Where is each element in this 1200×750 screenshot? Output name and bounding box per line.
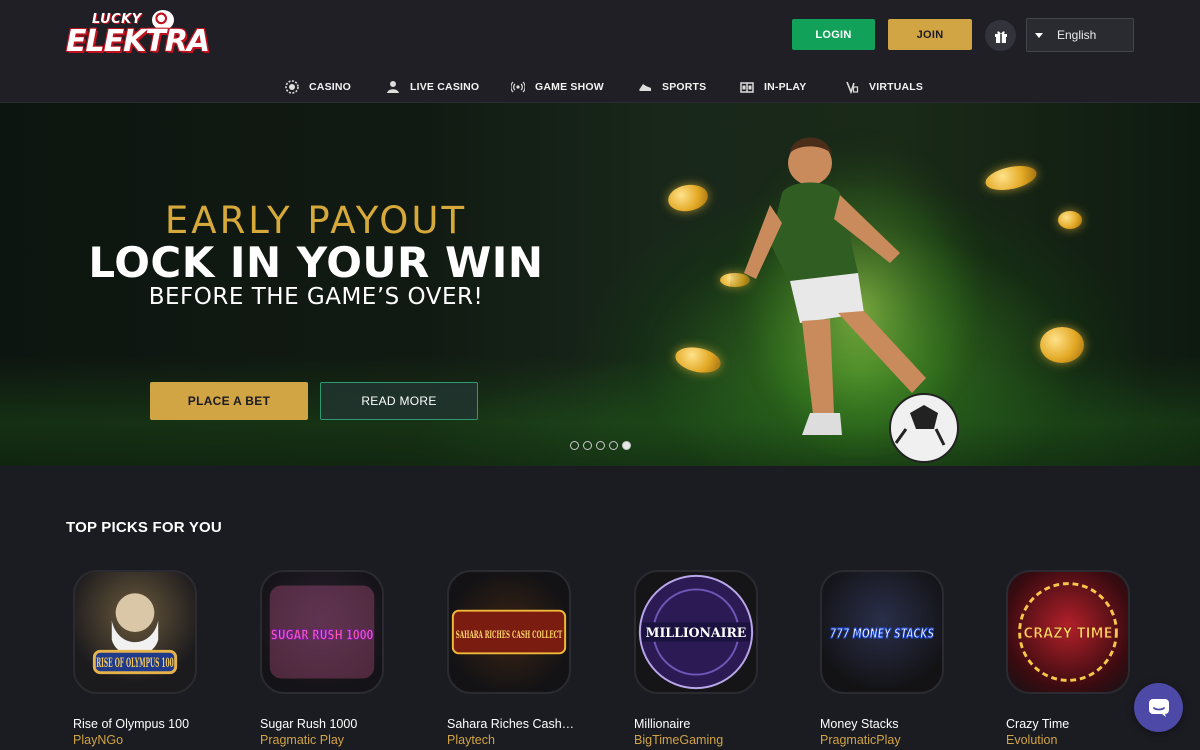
- game-thumbnail[interactable]: RISE OF OLYMPUS 100: [73, 570, 197, 694]
- broadcast-icon: [511, 81, 525, 93]
- game-thumbnail[interactable]: SAHARA RICHES CASH COLLECT: [447, 570, 571, 694]
- game-art-title: MILLIONAIRE: [646, 625, 747, 640]
- game-name: Crazy Time: [1006, 717, 1070, 731]
- millionaire-art: MILLIONAIRE: [638, 574, 754, 690]
- game-tile[interactable]: MILLIONAIRE Millionaire BigTimeGaming: [634, 570, 764, 747]
- nav-item-in-play[interactable]: IN-PLAY: [740, 72, 806, 102]
- game-thumbnail[interactable]: 777 MONEY STACKS: [820, 570, 944, 694]
- main-nav: CASINO LIVE CASINO GAME SHOW SPORTS IN-P…: [0, 72, 1200, 102]
- nav-label: VIRTUALS: [869, 81, 924, 93]
- game-tile[interactable]: SAHARA RICHES CASH COLLECT Sahara Riches…: [447, 570, 577, 747]
- game-tile[interactable]: SUGAR RUSH 1000 Sugar Rush 1000 Pragmati…: [260, 570, 390, 747]
- nav-label: IN-PLAY: [764, 81, 807, 93]
- language-value: English: [1057, 28, 1097, 42]
- sugar-rush-art: SUGAR RUSH 1000: [269, 585, 375, 679]
- zeus-art: RISE OF OLYMPUS 100: [92, 593, 178, 675]
- carousel-dot[interactable]: [609, 441, 618, 450]
- soccer-player-illustration: [730, 128, 990, 463]
- carousel-dots: [570, 441, 631, 450]
- hero-eyebrow: EARLY PAYOUT: [164, 199, 468, 242]
- game-art-title: SAHARA RICHES CASH COLLECT: [456, 628, 562, 641]
- game-name: Sahara Riches Cash Collect: [447, 717, 577, 731]
- game-tile[interactable]: CRAZY TIME Crazy Time Evolution: [1006, 570, 1136, 747]
- game-provider: PragmaticPlay: [820, 733, 901, 747]
- game-provider: PlayNGo: [73, 733, 124, 747]
- chat-icon: [1148, 698, 1169, 717]
- game-tile[interactable]: 777 MONEY STACKS Money Stacks PragmaticP…: [820, 570, 950, 747]
- hero-banner: EARLY PAYOUT LOCK IN YOUR WIN BEFORE THE…: [0, 103, 1200, 466]
- carousel-dot[interactable]: [596, 441, 605, 450]
- site-header: LUCKY ELEKTRA LOGIN JOIN English CASINO …: [0, 0, 1200, 103]
- nav-label: LIVE CASINO: [410, 81, 480, 93]
- nav-item-game-show[interactable]: GAME SHOW: [511, 72, 604, 102]
- nav-item-virtuals[interactable]: VIRTUALS: [845, 72, 923, 102]
- gift-button[interactable]: [985, 20, 1016, 51]
- nav-label: SPORTS: [662, 81, 707, 93]
- game-thumbnail[interactable]: CRAZY TIME: [1006, 570, 1130, 694]
- dealer-icon: [387, 81, 399, 93]
- game-art-title: RISE OF OLYMPUS 100: [96, 655, 174, 670]
- nav-item-live-casino[interactable]: LIVE CASINO: [386, 72, 479, 102]
- game-art-title: CRAZY TIME: [1023, 624, 1112, 642]
- chat-button[interactable]: [1134, 683, 1183, 732]
- game-tile[interactable]: RISE OF OLYMPUS 100 Rise of Olympus 100 …: [73, 570, 203, 747]
- shoe-icon: [639, 84, 651, 91]
- gold-coin: [1040, 327, 1084, 363]
- hero-subline: BEFORE THE GAME’S OVER!: [148, 284, 484, 310]
- game-art-title: 777 MONEY STACKS: [830, 626, 935, 642]
- game-provider: Pragmatic Play: [260, 733, 345, 747]
- game-provider: Evolution: [1006, 733, 1058, 747]
- nav-label: GAME SHOW: [535, 81, 604, 93]
- nav-item-casino[interactable]: CASINO: [285, 72, 351, 102]
- scoreboard-icon: [740, 82, 754, 93]
- money-stacks-art: 777 MONEY STACKS: [829, 625, 935, 642]
- nav-label: CASINO: [309, 81, 352, 93]
- game-provider: Playtech: [447, 733, 495, 747]
- read-more-button[interactable]: READ MORE: [320, 382, 478, 420]
- gift-icon: [994, 30, 1007, 43]
- sahara-riches-art: SAHARA RICHES CASH COLLECT: [451, 609, 567, 655]
- gold-coin: [666, 181, 710, 215]
- chip-icon: [285, 80, 299, 94]
- language-select[interactable]: English: [1026, 18, 1134, 52]
- caret-down-icon: [1035, 32, 1043, 38]
- gold-coin: [1058, 211, 1082, 229]
- game-art-title: SUGAR RUSH 1000: [271, 628, 374, 644]
- logo-main-text: ELEKTRA: [66, 24, 210, 59]
- game-provider: BigTimeGaming: [634, 733, 724, 747]
- virtual-icon: [846, 81, 859, 94]
- game-thumbnail[interactable]: MILLIONAIRE: [634, 570, 758, 694]
- nav-item-sports[interactable]: SPORTS: [638, 72, 706, 102]
- carousel-dot-active[interactable]: [622, 441, 631, 450]
- crazy-time-art: CRAZY TIME: [1018, 582, 1118, 682]
- carousel-dot[interactable]: [583, 441, 592, 450]
- game-name: Money Stacks: [820, 717, 899, 731]
- place-a-bet-button[interactable]: PLACE A BET: [150, 382, 308, 420]
- game-name: Sugar Rush 1000: [260, 717, 358, 731]
- game-name: Millionaire: [634, 717, 691, 731]
- lucky-elektra-logo[interactable]: LUCKY ELEKTRA: [66, 10, 210, 62]
- carousel-dot[interactable]: [570, 441, 579, 450]
- login-button[interactable]: LOGIN: [792, 19, 875, 50]
- game-name: Rise of Olympus 100: [73, 717, 190, 731]
- join-button[interactable]: JOIN: [888, 19, 972, 50]
- section-title: TOP PICKS FOR YOU: [66, 519, 222, 536]
- hero-headline: LOCK IN YOUR WIN: [88, 238, 544, 287]
- gold-coin: [983, 161, 1039, 195]
- game-thumbnail[interactable]: SUGAR RUSH 1000: [260, 570, 384, 694]
